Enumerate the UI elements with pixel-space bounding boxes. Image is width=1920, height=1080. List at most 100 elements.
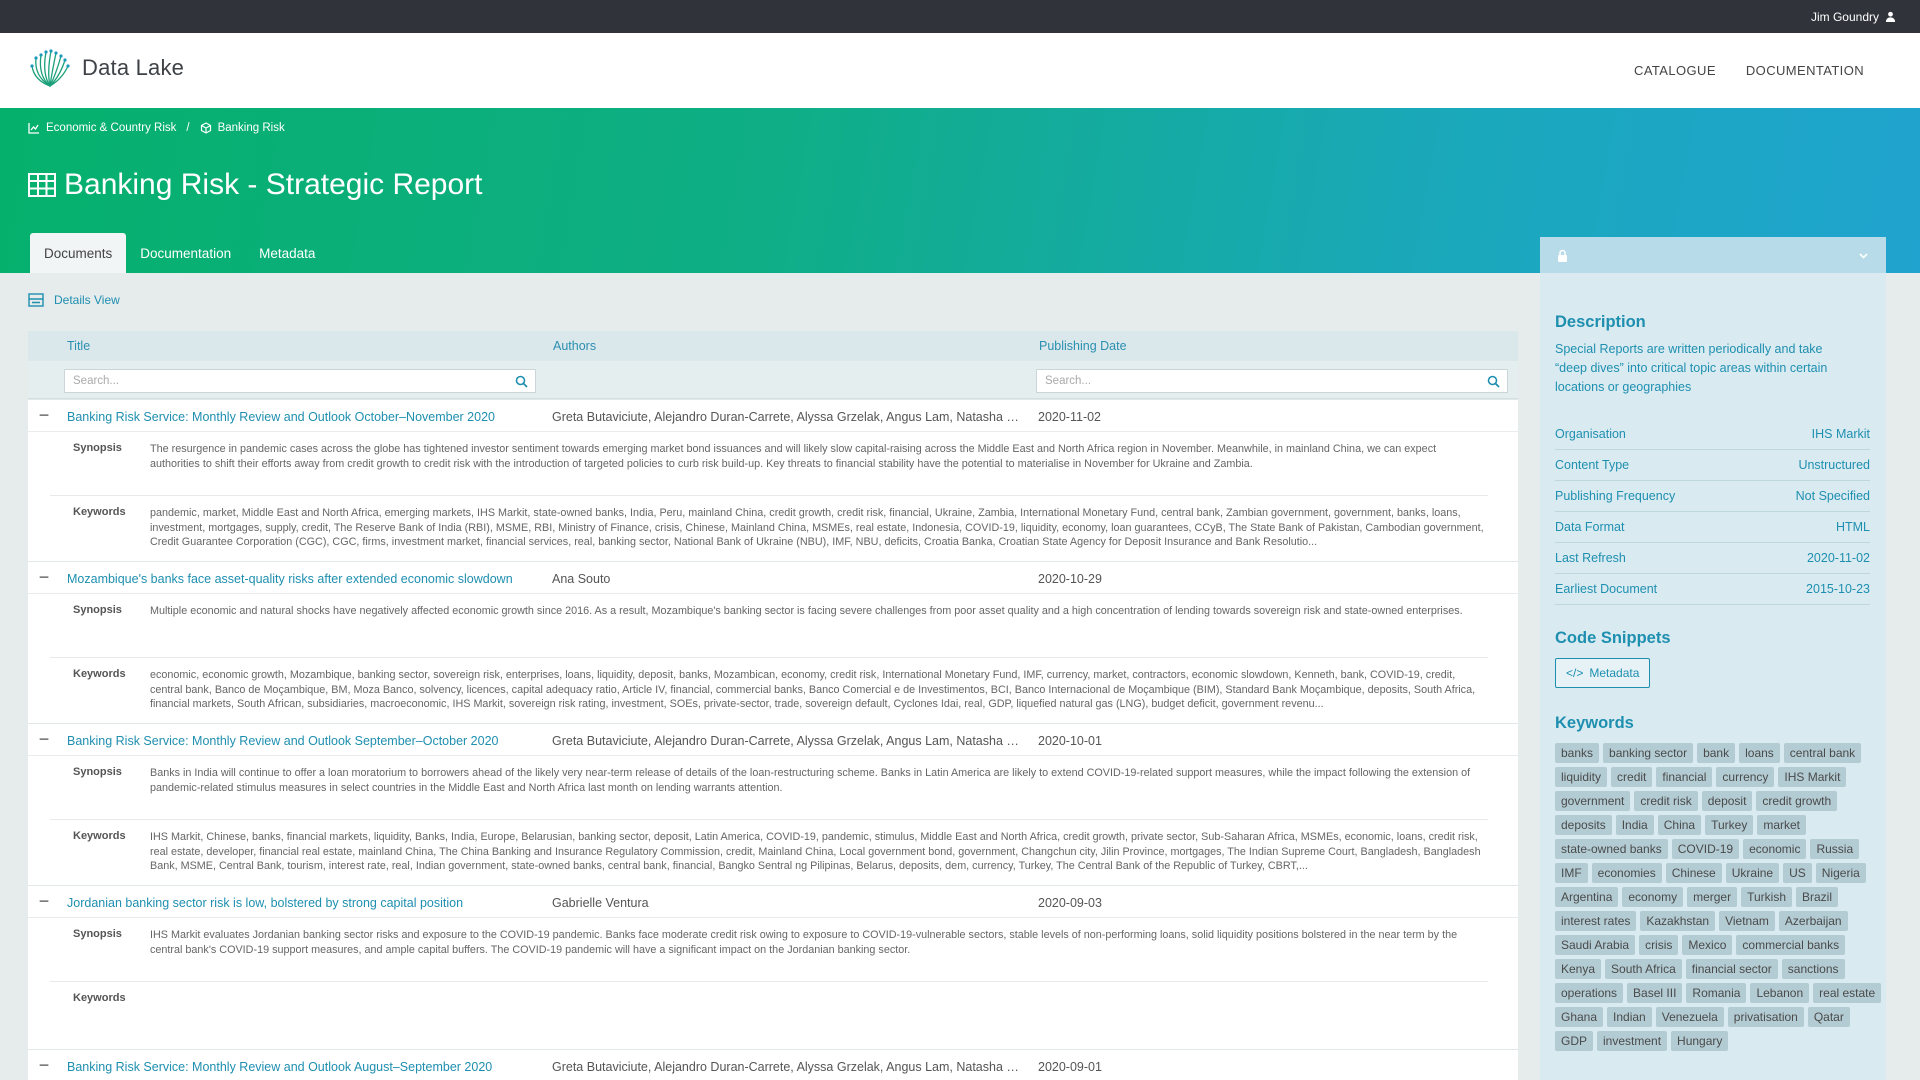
keyword-tag[interactable]: COVID-19	[1671, 839, 1740, 859]
keyword-tag[interactable]: crisis	[1639, 935, 1679, 955]
chevron-down-icon[interactable]	[1857, 249, 1870, 262]
collapse-toggle[interactable]: −	[36, 730, 52, 748]
keyword-tag[interactable]: market	[1757, 815, 1807, 835]
keyword-tag[interactable]: commercial banks	[1736, 935, 1846, 955]
keyword-tag[interactable]: Ghana	[1555, 1007, 1604, 1027]
keyword-tag[interactable]: financial	[1656, 767, 1713, 787]
keyword-tag[interactable]: Turkey	[1705, 815, 1754, 835]
keyword-tag[interactable]: deposits	[1555, 815, 1612, 835]
date-search-input[interactable]	[1037, 370, 1507, 392]
keyword-tag[interactable]: banking sector	[1603, 743, 1694, 763]
keyword-tag[interactable]: Saudi Arabia	[1555, 935, 1636, 955]
collapse-toggle[interactable]: −	[36, 568, 52, 586]
table-row[interactable]: − Jordanian banking sector risk is low, …	[28, 885, 1518, 918]
keyword-tag[interactable]: IMF	[1555, 863, 1588, 883]
table-row[interactable]: − Mozambique's banks face asset-quality …	[28, 561, 1518, 594]
nav-documentation[interactable]: DOCUMENTATION	[1746, 63, 1864, 78]
keyword-tag[interactable]: liquidity	[1555, 767, 1608, 787]
keyword-tag[interactable]: loans	[1739, 743, 1780, 763]
document-title-link[interactable]: Banking Risk Service: Monthly Review and…	[67, 1050, 492, 1080]
keyword-tag[interactable]: state-owned banks	[1555, 839, 1668, 859]
keyword-tag[interactable]: economies	[1591, 863, 1662, 883]
keyword-tag[interactable]: currency	[1716, 767, 1775, 787]
keyword-tag[interactable]: South Africa	[1605, 959, 1682, 979]
keyword-tag[interactable]: Venezuela	[1655, 1007, 1724, 1027]
document-title-link[interactable]: Banking Risk Service: Monthly Review and…	[67, 724, 498, 757]
meta-row-earliest-document: Earliest Document 2015-10-23	[1555, 574, 1870, 605]
breadcrumb-item-banking-risk[interactable]: Banking Risk	[200, 122, 285, 134]
keyword-tag[interactable]: GDP	[1555, 1031, 1594, 1051]
keyword-tag[interactable]: credit	[1611, 767, 1653, 787]
keyword-tag[interactable]: merger	[1687, 887, 1738, 907]
keyword-tag[interactable]: economy	[1622, 887, 1684, 907]
search-icon[interactable]	[515, 375, 528, 388]
keyword-tag[interactable]: operations	[1555, 983, 1624, 1003]
tab-metadata[interactable]: Metadata	[245, 233, 329, 273]
keyword-tag[interactable]: Lebanon	[1750, 983, 1810, 1003]
keyword-tag[interactable]: Qatar	[1807, 1007, 1850, 1027]
keyword-tag[interactable]: Turkish	[1741, 887, 1792, 907]
keyword-tag[interactable]: economic	[1743, 839, 1807, 859]
search-icon[interactable]	[1487, 375, 1500, 388]
column-title[interactable]: Title	[67, 331, 90, 361]
keyword-tag[interactable]: credit risk	[1634, 791, 1698, 811]
keyword-tag[interactable]: Kazakhstan	[1640, 911, 1716, 931]
brand[interactable]: Data Lake	[28, 46, 184, 90]
column-publishing-date[interactable]: Publishing Date	[1039, 331, 1127, 361]
nav-catalogue[interactable]: CATALOGUE	[1634, 63, 1716, 78]
column-authors[interactable]: Authors	[553, 331, 596, 361]
keyword-tag[interactable]: Chinese	[1665, 863, 1722, 883]
table-row[interactable]: − Banking Risk Service: Monthly Review a…	[28, 1049, 1518, 1080]
keyword-tag[interactable]: Romania	[1686, 983, 1747, 1003]
collapse-toggle[interactable]: −	[36, 892, 52, 910]
filter-row	[28, 361, 1518, 399]
keyword-tag[interactable]: Azerbaijan	[1778, 911, 1848, 931]
keyword-tag[interactable]: India	[1615, 815, 1654, 835]
keyword-tag[interactable]: IHS Markit	[1778, 767, 1847, 787]
keyword-tag[interactable]: real estate	[1813, 983, 1882, 1003]
keyword-tag[interactable]: Argentina	[1555, 887, 1619, 907]
metadata-snippet-button[interactable]: </> Metadata	[1555, 658, 1651, 688]
dataset-sidebar: Description Special Reports are written …	[1540, 273, 1886, 1080]
keyword-tag[interactable]: Basel III	[1627, 983, 1683, 1003]
keyword-tag[interactable]: central bank	[1783, 743, 1862, 763]
table-row[interactable]: − Banking Risk Service: Monthly Review a…	[28, 723, 1518, 756]
collapse-toggle[interactable]: −	[36, 406, 52, 424]
table-row[interactable]: − Banking Risk Service: Monthly Review a…	[28, 399, 1518, 432]
keyword-tag[interactable]: government	[1555, 791, 1631, 811]
document-title-link[interactable]: Mozambique's banks face asset-quality ri…	[67, 562, 513, 595]
keyword-tag[interactable]: sanctions	[1781, 959, 1845, 979]
keyword-tag[interactable]: bank	[1697, 743, 1736, 763]
keyword-tag[interactable]: credit growth	[1756, 791, 1838, 811]
keyword-tag[interactable]: Vietnam	[1719, 911, 1775, 931]
keyword-tag[interactable]: Russia	[1810, 839, 1860, 859]
access-panel-header[interactable]	[1540, 237, 1886, 273]
tab-documentation[interactable]: Documentation	[126, 233, 245, 273]
keyword-tag[interactable]: interest rates	[1555, 911, 1637, 931]
keyword-tag[interactable]: deposit	[1701, 791, 1753, 811]
keyword-tag[interactable]: Indian	[1607, 1007, 1652, 1027]
keyword-tag[interactable]: Mexico	[1682, 935, 1733, 955]
keyword-tag[interactable]: Ukraine	[1725, 863, 1780, 883]
keyword-tag[interactable]: China	[1657, 815, 1702, 835]
keyword-tag[interactable]: banks	[1555, 743, 1600, 763]
keyword-tag[interactable]: Brazil	[1796, 887, 1839, 907]
user-menu[interactable]: Jim Goundry	[1811, 0, 1896, 33]
keyword-tag[interactable]: US	[1783, 863, 1812, 883]
title-search-input[interactable]	[65, 370, 535, 392]
breadcrumb-item-economic-country-risk[interactable]: Economic & Country Risk	[28, 122, 176, 134]
keyword-tag[interactable]: investment	[1597, 1031, 1668, 1051]
details-view-toggle[interactable]: Details View	[28, 293, 120, 307]
document-authors: Greta Butaviciute, Alejandro Duran-Carre…	[552, 400, 1022, 433]
keyword-tag[interactable]: financial sector	[1685, 959, 1778, 979]
collapse-toggle[interactable]: −	[36, 1056, 52, 1074]
keyword-tag[interactable]: Kenya	[1555, 959, 1602, 979]
keyword-tag[interactable]: Nigeria	[1815, 863, 1866, 883]
keyword-tag[interactable]: Hungary	[1671, 1031, 1729, 1051]
document-title-link[interactable]: Banking Risk Service: Monthly Review and…	[67, 400, 495, 433]
user-name: Jim Goundry	[1810, 9, 1879, 24]
keyword-tag[interactable]: privatisation	[1727, 1007, 1804, 1027]
keywords-label: Keywords	[73, 668, 126, 680]
tab-documents[interactable]: Documents	[30, 233, 127, 273]
document-title-link[interactable]: Jordanian banking sector risk is low, bo…	[67, 886, 463, 919]
